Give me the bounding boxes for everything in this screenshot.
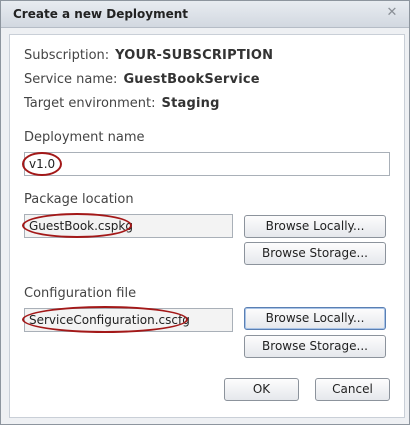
config-browse-locally-button[interactable]: Browse Locally... xyxy=(244,307,386,330)
package-browse-storage-button[interactable]: Browse Storage... xyxy=(244,242,386,265)
package-location-input[interactable]: GuestBook.cspkg xyxy=(24,214,233,238)
service-name-value: GuestBookService xyxy=(123,72,260,87)
configuration-file-input[interactable]: ServiceConfiguration.cscfg xyxy=(24,308,233,332)
cancel-button[interactable]: Cancel xyxy=(315,378,390,401)
package-location-label: Package location xyxy=(24,192,134,207)
deployment-name-label: Deployment name xyxy=(24,130,145,145)
dialog-title: Create a new Deployment xyxy=(13,7,189,21)
subscription-label: Subscription: xyxy=(24,48,110,63)
target-environment-label: Target environment: xyxy=(24,96,156,111)
package-browse-locally-button[interactable]: Browse Locally... xyxy=(244,215,386,238)
target-environment-row: Target environment: Staging xyxy=(24,96,220,111)
ok-button[interactable]: OK xyxy=(224,378,299,401)
close-icon[interactable]: ✕ xyxy=(385,6,399,20)
dialog-panel: Subscription: YOUR-SUBSCRIPTION Service n… xyxy=(9,34,405,418)
dialog-titlebar: Create a new Deployment ✕ xyxy=(1,1,409,28)
subscription-row: Subscription: YOUR-SUBSCRIPTION xyxy=(24,48,273,63)
subscription-value: YOUR-SUBSCRIPTION xyxy=(115,48,274,63)
configuration-file-label: Configuration file xyxy=(24,286,137,301)
service-name-row: Service name: GuestBookService xyxy=(24,72,260,87)
config-browse-storage-button[interactable]: Browse Storage... xyxy=(244,335,386,358)
create-deployment-dialog: Create a new Deployment ✕ Subscription: Y… xyxy=(0,0,410,425)
service-name-label: Service name: xyxy=(24,72,118,87)
deployment-name-input[interactable]: v1.0 xyxy=(24,152,390,176)
target-environment-value: Staging xyxy=(161,96,220,111)
